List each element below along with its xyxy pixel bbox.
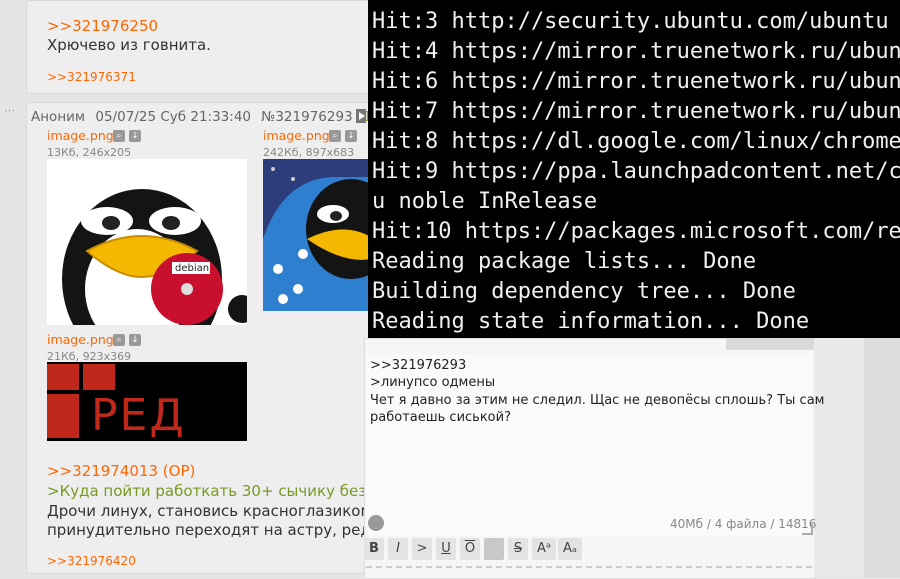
post-author: Аноним (31, 109, 86, 125)
reply-line: Чет я давно за этим не следил. Щас не де… (370, 393, 825, 408)
terminal-line: Hit:9 https://ppa.launchpadcontent.net/c… (372, 159, 900, 184)
reply-backlink[interactable]: >>321976420 (47, 554, 136, 568)
underline-button[interactable]: U (436, 538, 456, 560)
post-321976250: >>321976250 Хрючево из говнита. >>321976… (26, 0, 373, 94)
reply-backlink[interactable]: >>321976371 (47, 70, 136, 84)
post-text: Хрючево из говнита. (47, 36, 211, 54)
thumbnail-penguin-blanket[interactable] (263, 159, 371, 311)
reply-line: работаешь сиськой? (370, 410, 511, 425)
thumbnail-red-os[interactable]: РЕД (47, 362, 247, 441)
terminal-line: Hit:10 https://packages.microsoft.com/re… (372, 219, 900, 244)
terminal-window[interactable]: Hit:3 http://security.ubuntu.com/ubuntu … (368, 0, 900, 338)
italic-button[interactable]: I (388, 538, 408, 560)
terminal-line: Hit:7 https://mirror.truenetwork.ru/ubun… (372, 99, 900, 124)
post-menu-icon[interactable]: ⋯ (4, 104, 15, 117)
terminal-line: Hit:3 http://security.ubuntu.com/ubuntu … (372, 9, 900, 34)
download-icon[interactable]: ↓ (129, 130, 141, 142)
file-name-1[interactable]: image.png (47, 128, 114, 143)
post-text-line: принудительно переходят на астру, ред и … (47, 521, 400, 539)
post-number[interactable]: №321976293 (261, 109, 352, 125)
send-button[interactable] (726, 338, 814, 350)
subscript-button[interactable]: Aₐ (558, 538, 582, 560)
resize-handle-icon[interactable] (802, 524, 813, 535)
terminal-line: Hit:8 https://dl.google.com/linux/chrome… (372, 129, 900, 154)
file-info-2: 242Кб, 897x683 (263, 146, 355, 159)
form-side-panel (814, 338, 864, 577)
superscript-button[interactable]: Aᵃ (532, 538, 556, 560)
file-drop-zone[interactable] (366, 566, 812, 579)
quote-button[interactable]: > (412, 538, 432, 560)
terminal-line: u noble InRelease (372, 189, 598, 214)
terminal-line: Reading state information... Done (372, 309, 810, 334)
download-icon[interactable]: ↓ (345, 130, 357, 142)
file-info-1: 13Кб, 246x205 (47, 146, 132, 159)
post-reply-link[interactable]: >>321976250 (47, 17, 158, 35)
sticker-icon[interactable] (368, 515, 384, 531)
strike-button[interactable]: S (508, 538, 528, 560)
terminal-line: Building dependency tree... Done (372, 279, 796, 304)
search-icon[interactable]: ⌕ (113, 130, 125, 142)
overline-button[interactable]: O (460, 538, 480, 560)
op-reply-link[interactable]: >>321974013 (OP) (47, 462, 195, 480)
terminal-line: Hit:6 https://mirror.truenetwork.ru/ubun… (372, 69, 900, 94)
file-name-2[interactable]: image.png (263, 128, 330, 143)
terminal-line: Reading package lists... Done (372, 249, 757, 274)
reply-line: >>321976293 (370, 358, 467, 373)
spoiler-button[interactable] (484, 538, 504, 560)
download-icon[interactable]: ↓ (129, 334, 141, 346)
post-date: 05/07/25 Суб 21:33:40 (95, 109, 251, 125)
reply-line: >линупсо одмены (370, 375, 496, 390)
red-logo-text: РЕД (91, 390, 186, 441)
search-icon[interactable]: ⌕ (113, 334, 125, 346)
thumbnail-penguin-debian[interactable]: debian (47, 159, 247, 325)
play-icon[interactable] (356, 109, 366, 123)
post-text-line: Дрочи линух, становись красноглазиком и (47, 502, 387, 520)
terminal-line: Hit:4 https://mirror.truenetwork.ru/ubun… (372, 39, 900, 64)
search-icon[interactable]: ⌕ (329, 130, 341, 142)
post-321976293: Аноним 05/07/25 Суб 21:33:40 №321976293 … (26, 102, 408, 574)
reply-textarea[interactable]: >>321976293 >линупсо одмены Чет я давно … (366, 355, 824, 535)
bold-button[interactable]: B (364, 538, 384, 560)
file-name-3[interactable]: image.png (47, 332, 114, 347)
post-header: Аноним 05/07/25 Суб 21:33:40 №321976293 … (31, 109, 389, 125)
debian-logo: debian (175, 263, 210, 274)
quote-text: >Куда пойти работкать 30+ сычику без ски… (47, 482, 408, 500)
file-limit-counter: 40Мб / 4 файла / 14816 (670, 517, 817, 531)
